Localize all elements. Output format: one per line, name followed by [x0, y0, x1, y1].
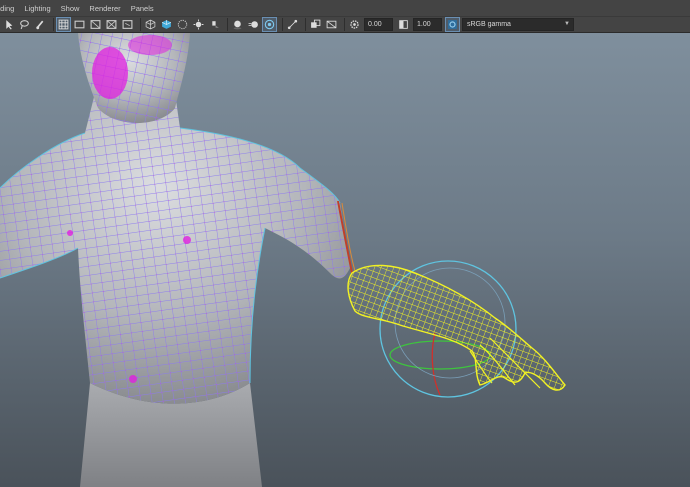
- ear-vertex-cluster: [92, 47, 128, 99]
- color-management-icon[interactable]: [445, 17, 460, 32]
- paint-icon[interactable]: [34, 18, 47, 31]
- menu-show[interactable]: Show: [57, 4, 86, 13]
- chin-vertex-cluster: [128, 35, 172, 55]
- ambient-occlusion-icon[interactable]: [231, 18, 244, 31]
- gamma-icon[interactable]: [397, 18, 410, 31]
- smooth-shade-icon[interactable]: [160, 18, 173, 31]
- gamma-field[interactable]: 1.00: [413, 18, 442, 31]
- grid-icon[interactable]: [56, 17, 71, 32]
- wireframe-icon[interactable]: [144, 18, 157, 31]
- motion-blur-icon[interactable]: [247, 18, 260, 31]
- 3d-viewport[interactable]: [0, 33, 690, 487]
- field-chart-icon[interactable]: [121, 18, 134, 31]
- viewport-toolbar: 0.00 1.00 sRGB gamma ▼: [0, 16, 690, 33]
- camera-icon[interactable]: [325, 18, 338, 31]
- menu-renderer[interactable]: Renderer: [85, 4, 126, 13]
- color-space-label: sRGB gamma: [467, 21, 511, 28]
- viewport-scene: [0, 33, 566, 487]
- select-icon[interactable]: [2, 18, 15, 31]
- navel-vertex-cluster: [129, 375, 137, 383]
- textured-icon[interactable]: [176, 18, 189, 31]
- xray-joints-icon[interactable]: [286, 18, 299, 31]
- xray-icon[interactable]: [262, 17, 277, 32]
- menu-lighting[interactable]: Lighting: [20, 4, 56, 13]
- toolbar-separator: [53, 18, 54, 31]
- exposure-field[interactable]: 0.00: [364, 18, 393, 31]
- toolbar-separator: [344, 18, 345, 31]
- isolate-icon[interactable]: [309, 18, 322, 31]
- menu-shading[interactable]: ading: [0, 4, 20, 13]
- menu-bar: ading Lighting Show Renderer Panels: [0, 0, 690, 16]
- shadows-icon[interactable]: [208, 18, 221, 31]
- lighting-icon[interactable]: [192, 18, 205, 31]
- torso-wire-overlay: [0, 93, 350, 404]
- chevron-down-icon: ▼: [564, 21, 570, 27]
- menu-panels[interactable]: Panels: [127, 4, 160, 13]
- resolution-gate-icon[interactable]: [89, 18, 102, 31]
- safe-area-icon[interactable]: [105, 18, 118, 31]
- toolbar-separator: [282, 18, 283, 31]
- nipple-vertex-cluster: [183, 236, 191, 244]
- rotate-manipulator-red-ring: [431, 332, 441, 396]
- lasso-icon[interactable]: [18, 18, 31, 31]
- film-gate-icon[interactable]: [73, 18, 86, 31]
- side-vertex-cluster: [67, 230, 73, 236]
- toolbar-separator: [227, 18, 228, 31]
- toolbar-separator: [140, 18, 141, 31]
- color-space-dropdown[interactable]: sRGB gamma ▼: [462, 18, 574, 31]
- toolbar-separator: [305, 18, 306, 31]
- exposure-icon[interactable]: [348, 18, 361, 31]
